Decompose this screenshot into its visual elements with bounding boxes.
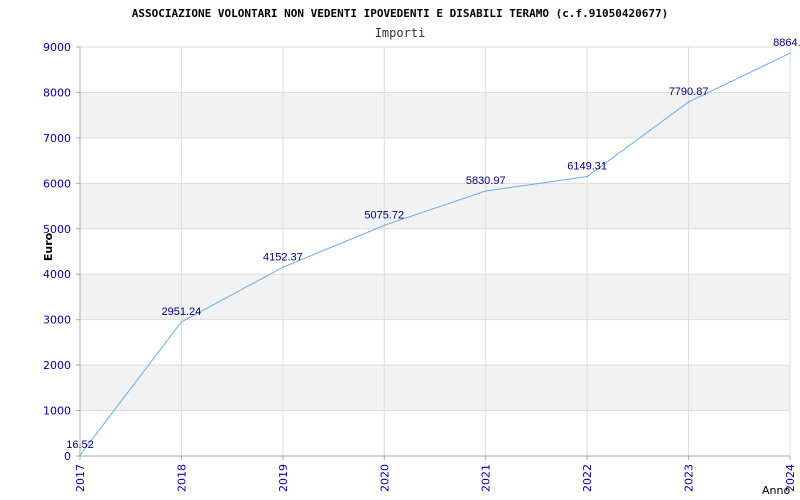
x-tick-label: 2017 [74, 464, 87, 492]
x-axis-tick-labels: 2017 2018 2019 2020 2021 2022 2023 2024 [74, 464, 797, 492]
x-tick-label: 2021 [480, 464, 493, 492]
x-tick-label: 2018 [175, 464, 188, 492]
x-tick-label: 2020 [378, 464, 391, 492]
data-label: 16.52 [66, 439, 94, 451]
x-axis-label: Anno [762, 484, 790, 497]
y-tick-label: 8000 [43, 86, 71, 99]
data-label: 6149.31 [567, 161, 607, 173]
y-tick-label: 3000 [43, 314, 71, 327]
data-point [180, 321, 183, 323]
alternating-bands [80, 92, 790, 411]
data-label: 5075.72 [364, 209, 404, 221]
x-tick-label: 2022 [581, 464, 594, 492]
grid-band [80, 92, 790, 138]
y-tick-label: 6000 [43, 177, 71, 190]
line-chart: 0100020003000400050006000700080009000 20… [42, 7, 800, 497]
data-label: 2951.24 [162, 306, 202, 318]
x-tick-label: 2023 [683, 464, 696, 492]
data-point [282, 266, 284, 269]
y-axis-label: Euro [42, 232, 55, 261]
x-tick-label: 2019 [277, 464, 290, 492]
y-tick-label: 1000 [43, 405, 71, 418]
data-point [383, 224, 386, 227]
data-label: 5830.97 [466, 175, 506, 187]
chart-subtitle: Importi [375, 26, 426, 40]
chart-title: ASSOCIAZIONE VOLONTARI NON VEDENTI IPOVE… [132, 7, 668, 20]
data-point [484, 190, 487, 192]
data-point [687, 101, 690, 103]
y-tick-label: 0 [64, 450, 71, 463]
data-label: 4152.37 [263, 251, 303, 263]
data-label: 7790.87 [669, 86, 709, 98]
y-tick-label: 4000 [43, 268, 71, 281]
y-tick-label: 2000 [43, 359, 71, 372]
grid-band [80, 365, 790, 411]
data-point [789, 52, 791, 54]
data-label: 8864.2 [773, 37, 800, 49]
data-point [586, 175, 588, 178]
grid-band [80, 183, 790, 229]
y-tick-label: 7000 [43, 132, 71, 145]
data-point [79, 454, 81, 457]
y-tick-label: 9000 [43, 41, 71, 54]
